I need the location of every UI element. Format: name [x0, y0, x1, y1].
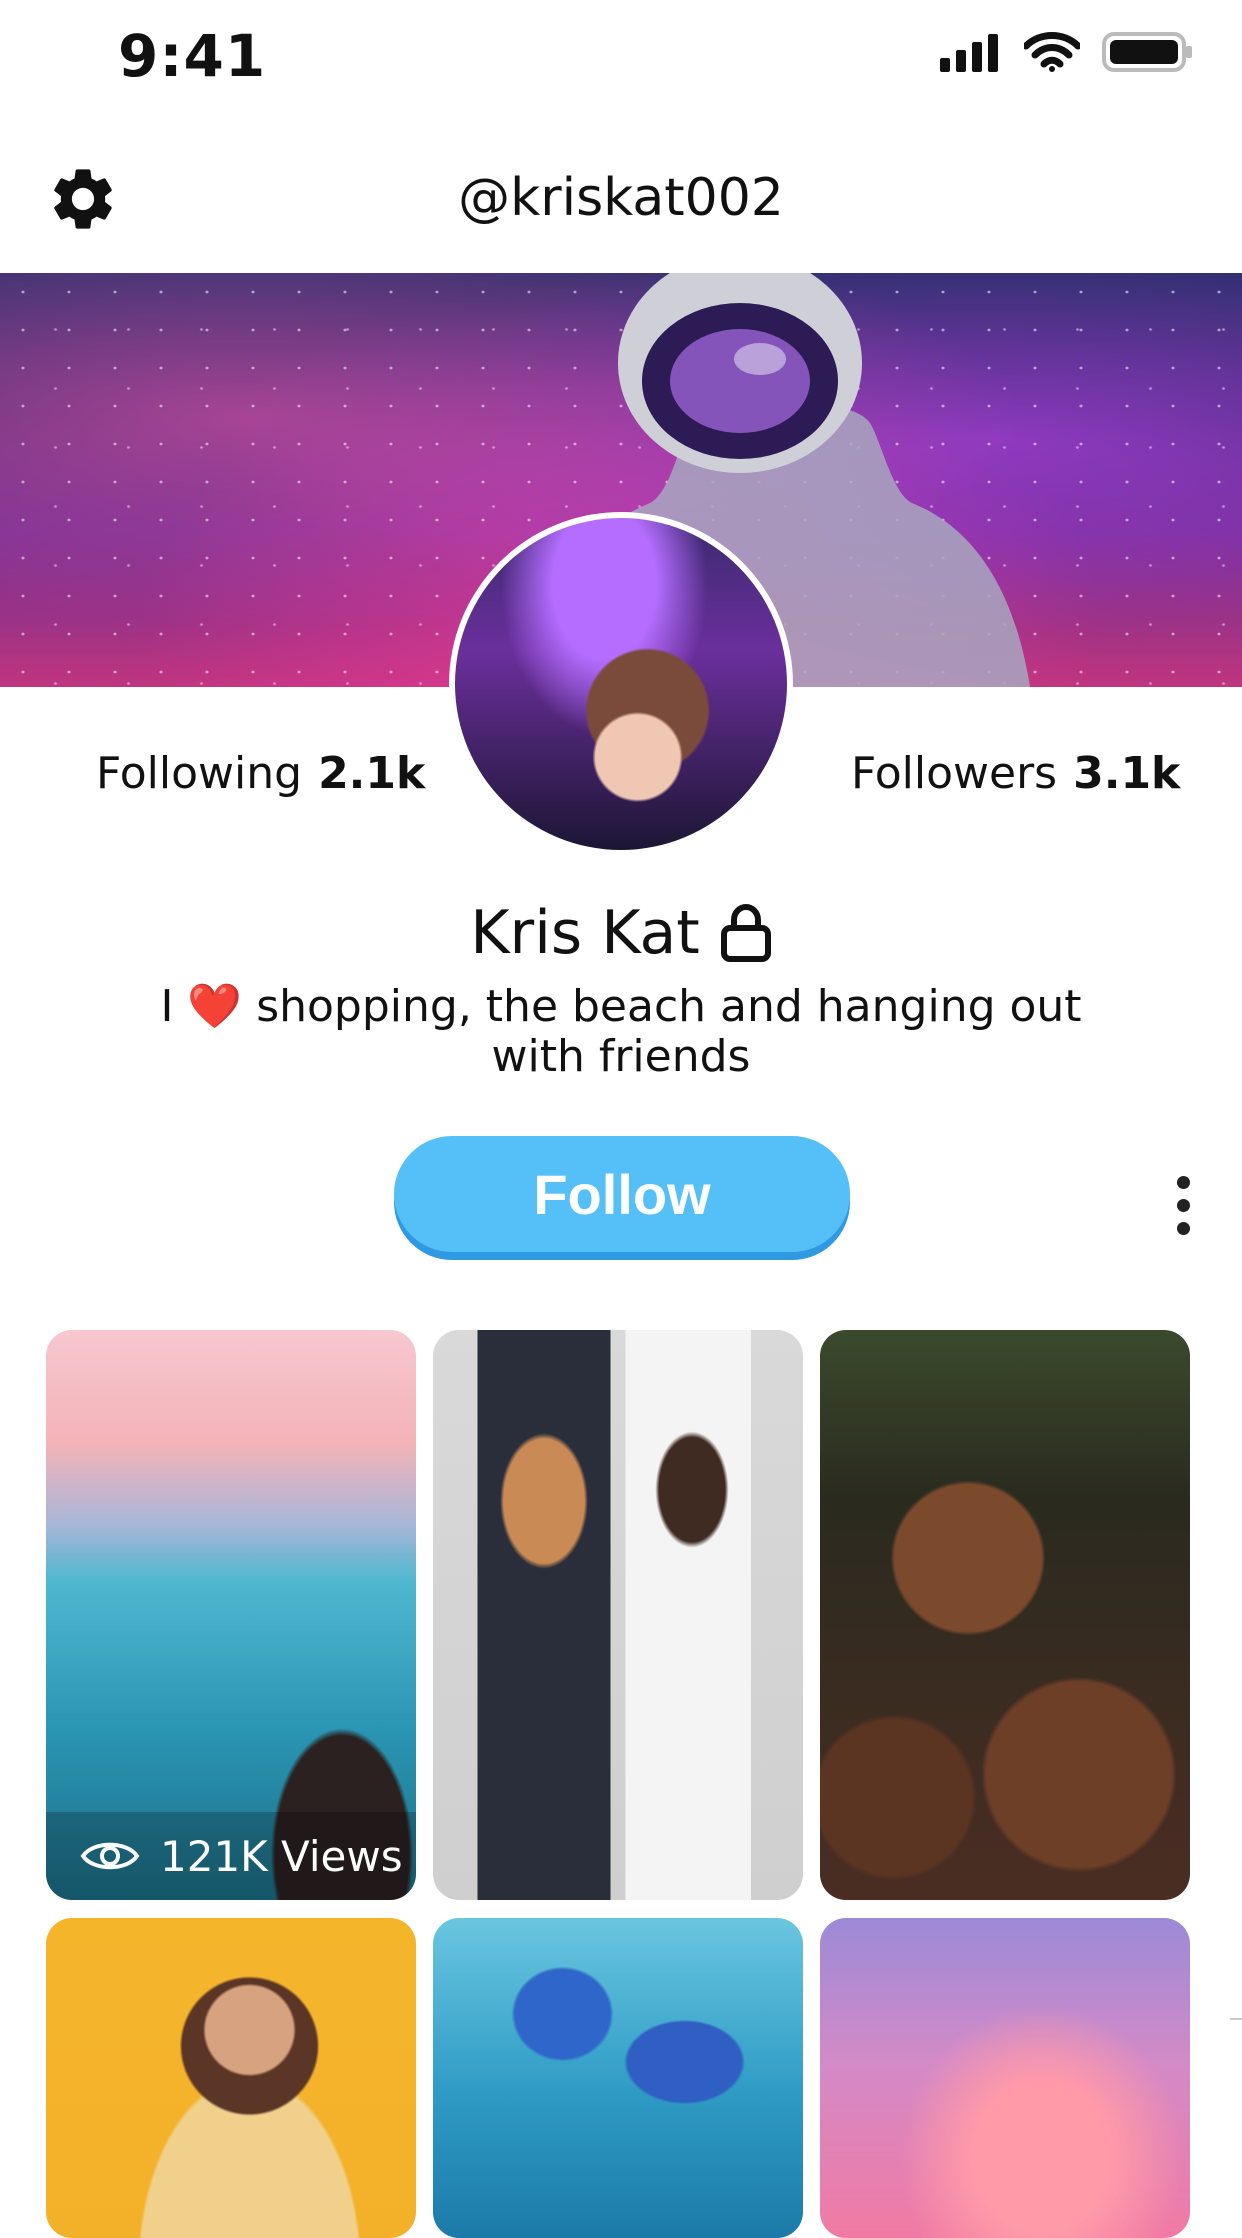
post-tile[interactable] [433, 1330, 803, 1900]
more-vertical-icon-dot [1176, 1199, 1190, 1212]
views-count: 121K Views [160, 1831, 403, 1881]
post-tile[interactable] [46, 1918, 416, 2238]
profile-handle: @kriskat002 [458, 168, 784, 228]
cellular-signal-icon [940, 34, 998, 72]
battery-icon [1102, 32, 1192, 72]
post-tile[interactable]: 121K Views [46, 1330, 416, 1900]
following-count: 2.1k [318, 748, 426, 799]
avatar-photo [455, 518, 787, 850]
scroll-indicator [1230, 2018, 1242, 2020]
wifi-icon [1024, 32, 1080, 72]
profile-name: Kris Kat [470, 898, 700, 968]
profile-name-row: Kris Kat [0, 898, 1242, 968]
status-icons [940, 30, 1194, 74]
more-vertical-icon [1176, 1176, 1190, 1189]
eye-icon [80, 1842, 140, 1870]
heart-emoji: ❤️ [187, 981, 243, 1032]
following-label: Following [96, 748, 303, 799]
post-tile[interactable] [820, 1918, 1190, 2238]
followers-count: 3.1k [1073, 748, 1181, 799]
bio-text: shopping, the beach and hanging out with… [242, 981, 1082, 1082]
profile-avatar[interactable] [449, 512, 793, 856]
post-tile[interactable] [820, 1330, 1190, 1900]
follow-button[interactable]: Follow [394, 1136, 850, 1252]
profile-bio: I ❤️ shopping, the beach and hanging out… [160, 982, 1082, 1082]
following-stat[interactable]: Following 2.1k [96, 748, 425, 799]
lock-icon [720, 904, 771, 962]
views-overlay: 121K Views [46, 1812, 416, 1900]
post-tile[interactable] [433, 1918, 803, 2238]
more-options-button[interactable] [1170, 1176, 1196, 1236]
followers-label: Followers [851, 748, 1058, 799]
more-vertical-icon-dot [1176, 1222, 1190, 1235]
bio-prefix: I [160, 981, 174, 1032]
followers-stat[interactable]: Followers 3.1k [851, 748, 1180, 799]
status-time: 9:41 [118, 22, 267, 90]
